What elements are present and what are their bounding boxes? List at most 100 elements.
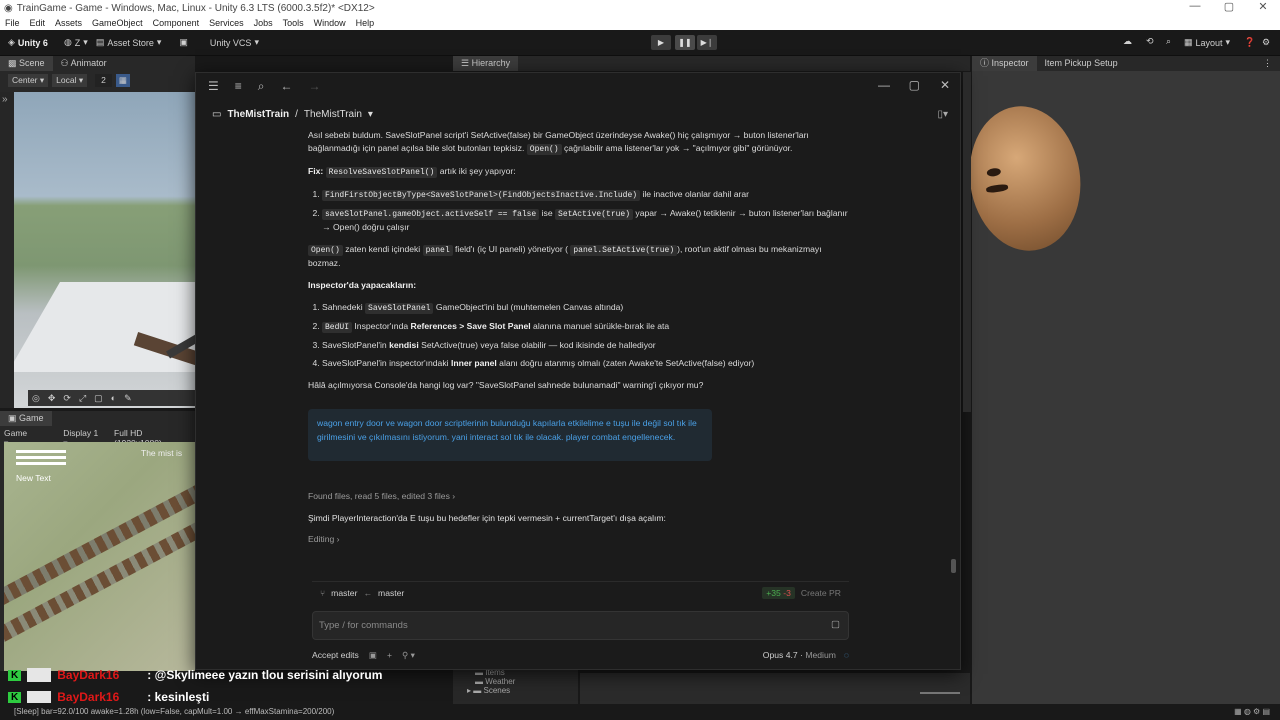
folder-scenes[interactable]: ▸ ▬ Scenes	[467, 686, 578, 695]
rect-tool-icon[interactable]: ▢	[94, 393, 103, 404]
forward-arrow-icon[interactable]: →	[309, 79, 321, 93]
sidebar-icon[interactable]: ☰	[208, 79, 219, 93]
create-pr-button[interactable]: Create PR	[801, 588, 841, 598]
play-button[interactable]: ▶	[651, 35, 671, 50]
close-icon[interactable]: ✕	[940, 78, 950, 92]
chevron-down-icon[interactable]: ▾	[368, 109, 373, 120]
pivot-dropdown[interactable]: Center ▾	[8, 74, 49, 87]
folder-icon: ▬	[475, 677, 486, 686]
model-selector[interactable]: Opus 4.7 · Medium	[763, 650, 836, 660]
panel-toggle-icon[interactable]: ▯▾	[937, 109, 948, 120]
unity-logo-icon: ◈	[8, 37, 15, 47]
list-item-text: ise	[541, 208, 553, 218]
scene-icon: ▩	[8, 58, 20, 68]
mic-icon[interactable]: ⚲ ▾	[402, 650, 415, 661]
menu-edit[interactable]: Edit	[30, 18, 46, 28]
chat-username: BayDark16	[57, 668, 120, 682]
tab-animator[interactable]: ⚇ Animator	[53, 56, 115, 71]
console-last-log: [Sleep] bar=92.0/100 awake=1.28h (low=Fa…	[14, 707, 335, 716]
step-button[interactable]: ▶❘	[697, 35, 717, 50]
view-tool-icon[interactable]: ◎	[32, 393, 40, 404]
more-menu-icon[interactable]: ⋮	[1255, 56, 1280, 71]
tab-scene[interactable]: ▩ Scene	[0, 56, 53, 71]
menu-gameobject[interactable]: GameObject	[92, 18, 143, 28]
menu-window[interactable]: Window	[314, 18, 346, 28]
history-icon[interactable]: ⟲	[1146, 36, 1154, 47]
help-icon[interactable]: ❓	[1244, 37, 1255, 48]
hierarchy-panel: ☰ Hierarchy	[453, 56, 970, 71]
transform-tool-icon[interactable]: ◐	[111, 393, 116, 403]
scene-viewport[interactable]	[14, 92, 195, 408]
scale-tool-icon[interactable]: ⤢	[79, 393, 86, 404]
tab-hierarchy[interactable]: ☰ Hierarchy	[453, 56, 519, 71]
move-tool-icon[interactable]: ✥	[48, 393, 56, 404]
hierarchy-scrollbar[interactable]	[963, 72, 971, 412]
chevron-right-icon: ›	[452, 491, 456, 501]
found-files-summary[interactable]: Found files, read 5 files, edited 3 file…	[308, 491, 455, 501]
add-icon[interactable]: +	[387, 650, 392, 660]
back-arrow-icon[interactable]: ←	[281, 79, 293, 93]
close-icon[interactable]: ✕	[1246, 0, 1280, 13]
minimize-icon[interactable]: —	[878, 78, 890, 92]
menu-assets[interactable]: Assets	[55, 18, 82, 28]
chevron-down-icon: ▾	[1225, 37, 1231, 47]
animator-icon: ⚇	[60, 58, 71, 68]
menu-file[interactable]: File	[5, 18, 20, 28]
expand-icon[interactable]: »	[0, 92, 14, 107]
folder-weather[interactable]: ▬ Weather	[475, 677, 578, 686]
message-paragraph: Asıl sebebi buldum. SaveSlotPanel script…	[308, 129, 848, 156]
grid-size-field[interactable]: 2	[95, 74, 112, 87]
tab-inspector[interactable]: ⓘ Inspector	[972, 56, 1037, 71]
fix-list: FindFirstObjectByType<SaveSlotPanel>(Fin…	[308, 188, 848, 234]
breadcrumb-project[interactable]: TheMistTrain	[227, 109, 289, 120]
settings-icon[interactable]: ⚙	[1262, 37, 1270, 48]
hud-bars	[16, 450, 66, 472]
editing-status[interactable]: Editing ›	[308, 534, 340, 544]
search-icon[interactable]: ⌕	[1166, 36, 1171, 47]
menu-icon[interactable]: ≡	[235, 79, 242, 93]
attach-icon[interactable]: ▣	[369, 650, 377, 661]
menu-help[interactable]: Help	[356, 18, 375, 28]
stop-icon[interactable]: ▢	[831, 619, 840, 630]
pause-button[interactable]: ❚❚	[675, 35, 695, 50]
branch-from[interactable]: master	[331, 588, 357, 598]
twitch-badge-icon: K	[8, 691, 22, 703]
cloud-icon[interactable]: ☁	[1123, 36, 1132, 47]
main-toolbar: ◈ Unity 6 ◍ Z ▾ ▤ Asset Store ▾ ▣ Unity VCS ▾ …	[0, 30, 1280, 56]
space-dropdown[interactable]: Local ▾	[52, 74, 88, 87]
user-button[interactable]: ◍ Z ▾	[64, 37, 88, 48]
layout-dropdown[interactable]: ▦ Layout ▾	[1184, 37, 1230, 48]
asset-store-button[interactable]: ▤ Asset Store ▾	[96, 37, 162, 48]
rotate-tool-icon[interactable]: ⟳	[63, 393, 71, 404]
tab-game[interactable]: ▣ Game	[0, 411, 52, 426]
game-mode-label: Game	[4, 428, 28, 438]
character-eye	[986, 167, 1002, 178]
command-input[interactable]: Type / for commands ▢	[312, 611, 849, 640]
console-status-bar[interactable]: [Sleep] bar=92.0/100 awake=1.28h (low=Fa…	[0, 704, 1280, 720]
tab-item-pickup-setup[interactable]: Item Pickup Setup	[1037, 56, 1126, 71]
fix-text: artık iki şey yapıyor:	[439, 166, 516, 176]
unity-vcs-button[interactable]: Unity VCS ▾	[210, 37, 259, 48]
menu-services[interactable]: Services	[209, 18, 244, 28]
para3-text: field'ı (iç UI paneli) yönetiyor (	[455, 244, 568, 254]
character-preview	[960, 99, 1090, 258]
search-icon[interactable]: ⌕	[258, 79, 265, 94]
maximize-icon[interactable]: ▢	[909, 78, 920, 92]
chat-scrollbar[interactable]	[951, 559, 956, 573]
unity-account-button[interactable]: ◈ Unity 6	[8, 37, 48, 48]
package-icon[interactable]: ▣	[179, 37, 188, 48]
menu-tools[interactable]: Tools	[283, 18, 304, 28]
menu-component[interactable]: Component	[153, 18, 200, 28]
inline-code: SetActive(true)	[555, 209, 634, 220]
steps-list: Sahnedeki SaveSlotPanel GameObject'ini b…	[308, 301, 848, 370]
maximize-icon[interactable]: ▢	[1212, 0, 1246, 13]
accept-edits-toggle[interactable]: Accept edits	[312, 650, 359, 660]
minimize-icon[interactable]: —	[1178, 0, 1212, 13]
custom-tool-icon[interactable]: ✎	[124, 393, 132, 404]
menu-jobs[interactable]: Jobs	[254, 18, 273, 28]
branch-to[interactable]: master	[378, 588, 404, 598]
game-viewport[interactable]: New Text The mist is	[4, 442, 195, 671]
grid-icon[interactable]: ▦	[115, 74, 130, 87]
zoom-slider[interactable]	[920, 692, 960, 694]
breadcrumb-repo[interactable]: TheMistTrain	[304, 109, 362, 120]
